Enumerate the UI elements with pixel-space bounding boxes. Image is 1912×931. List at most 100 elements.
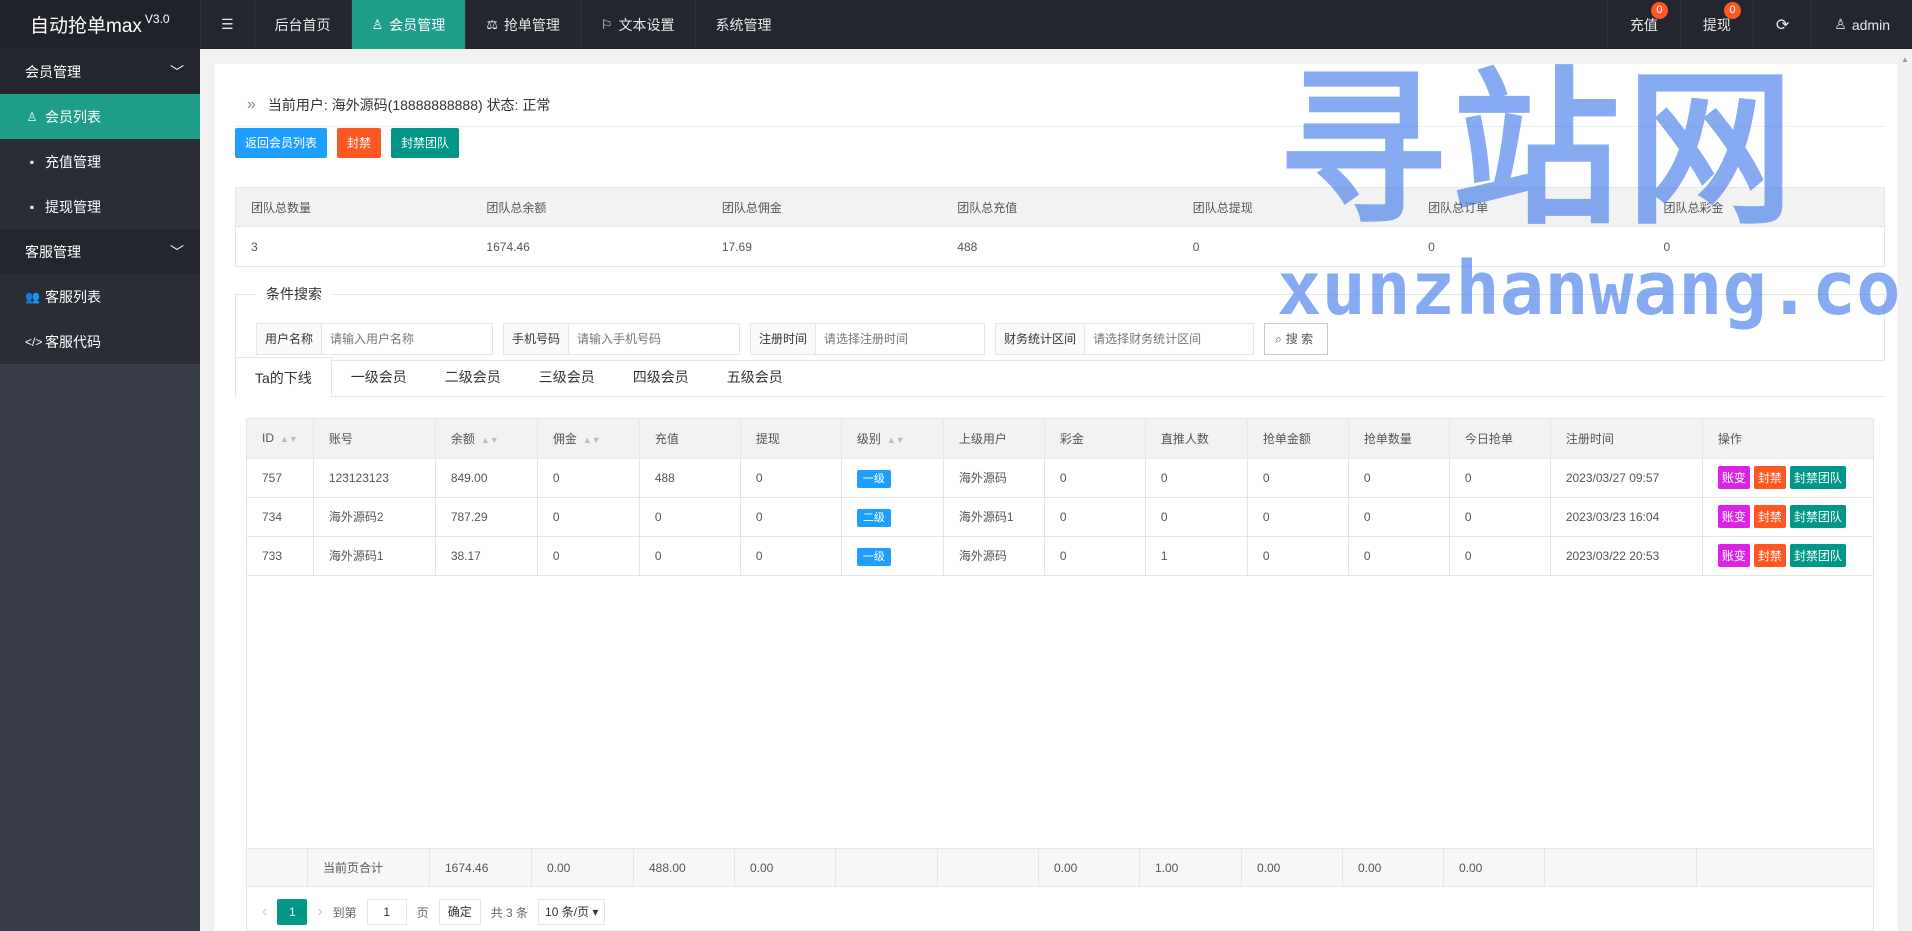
stats-value: 0	[1192, 239, 1200, 254]
nav-label: 后台首页	[274, 16, 331, 33]
regtime-input[interactable]	[816, 324, 985, 354]
cell-id: 733	[247, 536, 314, 576]
row-ban-button[interactable]: 封禁	[1753, 544, 1786, 567]
tab-level-5[interactable]: 五级会员	[708, 357, 802, 396]
nav-system[interactable]: 系统管理	[694, 0, 792, 49]
sidebar: 会员管理 ﹀ ♙ 会员列表 ▪ 充值管理 ▪ 提现管理 客服管理 ﹀ 👥 客服列表 </> 客…	[0, 49, 200, 931]
sort-icon[interactable]: ▲▼	[583, 435, 601, 445]
total-count: 共 3 条	[490, 905, 529, 920]
user-menu[interactable]: ♙ admin	[1811, 0, 1912, 49]
total-bonus: 0.00	[1039, 849, 1140, 887]
cell-recharge: 0	[639, 497, 741, 537]
scrollbar[interactable]: ▲	[1898, 49, 1912, 931]
sidebar-item-withdraw[interactable]: ▪ 提现管理	[0, 184, 200, 229]
level-badge: 一级	[856, 469, 891, 488]
stats-value-row: 3 1674.46 17.69 488 0 0 0	[236, 227, 1884, 266]
username-field: 用户名称	[256, 323, 494, 355]
nav-members[interactable]: ♙ 会员管理	[350, 0, 466, 49]
recharge-badge: 0	[1650, 2, 1668, 19]
cell-grab-amount: 0	[1247, 458, 1349, 498]
balance-change-button[interactable]: 账变	[1717, 544, 1750, 567]
phone-field: 手机号码	[503, 323, 741, 355]
page-input[interactable]: 1	[366, 899, 407, 925]
nav-orders[interactable]: ⚖ 抢单管理	[465, 0, 580, 49]
row-ban-team-button[interactable]: 封禁团队	[1789, 466, 1846, 489]
tab-level-2[interactable]: 二级会员	[426, 357, 520, 396]
nav-text-settings[interactable]: ⚐ 文本设置	[579, 0, 695, 49]
cell-balance: 849.00	[435, 458, 538, 498]
tab-level-4[interactable]: 四级会员	[614, 357, 708, 396]
page-size-select[interactable]: 10 条/页 ▾	[538, 899, 606, 925]
col-ops: 操作	[1702, 419, 1873, 459]
stats-header: 团队总佣金	[721, 200, 782, 215]
col-balance[interactable]: 余额 ▲▼	[435, 419, 538, 459]
cell-id: 734	[247, 497, 314, 537]
nav-home[interactable]: 后台首页	[253, 0, 351, 49]
current-page[interactable]: 1	[277, 899, 308, 925]
phone-input[interactable]	[569, 324, 740, 354]
cell-today: 0	[1449, 536, 1551, 576]
level-badge: 一级	[856, 547, 891, 566]
top-nav: ☰ 后台首页 ♙ 会员管理 ⚖ 抢单管理 ⚐ 文本设置 系统管理	[200, 0, 1607, 49]
finance-input[interactable]	[1085, 324, 1254, 354]
search-button[interactable]: ⌕ 搜 索	[1264, 323, 1329, 355]
col-id[interactable]: ID ▲▼	[247, 419, 314, 459]
chevron-down-icon: ﹀	[170, 63, 184, 80]
scroll-up-icon[interactable]: ▲	[1901, 55, 1909, 64]
ban-button[interactable]: 封禁	[337, 128, 382, 158]
total-cell	[247, 849, 308, 887]
recharge-link[interactable]: 充值 0	[1606, 0, 1680, 49]
sidebar-item-member-list[interactable]: ♙ 会员列表	[0, 94, 200, 139]
cell-direct: 0	[1145, 458, 1248, 498]
group-label: 会员管理	[25, 63, 81, 80]
cell-reg-time: 2023/03/27 09:57	[1550, 458, 1703, 498]
prev-page-icon[interactable]: ‹	[262, 903, 267, 921]
finance-label: 财务统计区间	[996, 324, 1086, 354]
cell-balance: 38.17	[435, 536, 538, 576]
sort-icon[interactable]: ▲▼	[280, 434, 298, 444]
sidebar-group-service[interactable]: 客服管理 ﹀	[0, 229, 200, 274]
sort-icon[interactable]: ▲▼	[481, 435, 499, 445]
col-label: 佣金	[552, 431, 577, 446]
cell-recharge: 0	[639, 536, 741, 576]
refresh-button[interactable]: ⟳	[1752, 0, 1811, 49]
balance-change-button[interactable]: 账变	[1717, 505, 1750, 528]
total-direct: 1.00	[1140, 849, 1242, 887]
col-commission[interactable]: 佣金 ▲▼	[537, 419, 640, 459]
sidebar-item-recharge[interactable]: ▪ 充值管理	[0, 139, 200, 184]
cell-account: 123123123	[313, 458, 436, 498]
goto-confirm-button[interactable]: 确定	[438, 899, 481, 925]
sort-icon[interactable]: ▲▼	[887, 435, 905, 445]
cell-recharge: 488	[639, 458, 741, 498]
col-today: 今日抢单	[1449, 419, 1551, 459]
row-ban-team-button[interactable]: 封禁团队	[1789, 505, 1846, 528]
col-label: 级别	[856, 431, 881, 446]
search-panel: 条件搜索 用户名称 手机号码 注册时间 财务统计区间 ⌕ 搜 索	[235, 284, 1885, 361]
cell-parent: 海外源码	[943, 458, 1045, 498]
ban-team-button[interactable]: 封禁团队	[391, 128, 460, 158]
username-input[interactable]	[322, 324, 493, 354]
tab-level-3[interactable]: 三级会员	[520, 357, 614, 396]
team-stats: 团队总数量 团队总余额 团队总佣金 团队总充值 团队总提现 团队总订单 团队总彩…	[235, 187, 1885, 267]
row-ban-team-button[interactable]: 封禁团队	[1789, 544, 1846, 567]
users-icon: 👥	[25, 289, 40, 304]
tab-level-1[interactable]: 一级会员	[332, 357, 426, 396]
row-ban-button[interactable]: 封禁	[1753, 466, 1786, 489]
app-logo[interactable]: 自动抢单max V3.0	[0, 0, 200, 49]
sidebar-item-service-list[interactable]: 👥 客服列表	[0, 274, 200, 319]
row-ban-button[interactable]: 封禁	[1753, 505, 1786, 528]
withdraw-badge: 0	[1723, 2, 1741, 19]
sidebar-item-label: 会员列表	[45, 108, 101, 125]
phone-label: 手机号码	[504, 324, 570, 354]
withdraw-link[interactable]: 提现 0	[1679, 0, 1753, 49]
cell-grab-amount: 0	[1247, 497, 1349, 537]
back-to-list-button[interactable]: 返回会员列表	[235, 128, 328, 158]
balance-change-button[interactable]: 账变	[1717, 466, 1750, 489]
sidebar-item-service-code[interactable]: </> 客服代码	[0, 319, 200, 364]
sidebar-group-members[interactable]: 会员管理 ﹀	[0, 49, 200, 94]
sidebar-toggle-button[interactable]: ☰	[200, 0, 254, 49]
cell-grab-count: 0	[1348, 458, 1450, 498]
next-page-icon[interactable]: ›	[317, 903, 322, 921]
col-level[interactable]: 级别 ▲▼	[841, 419, 944, 459]
tab-downline[interactable]: Ta的下线	[235, 357, 332, 398]
